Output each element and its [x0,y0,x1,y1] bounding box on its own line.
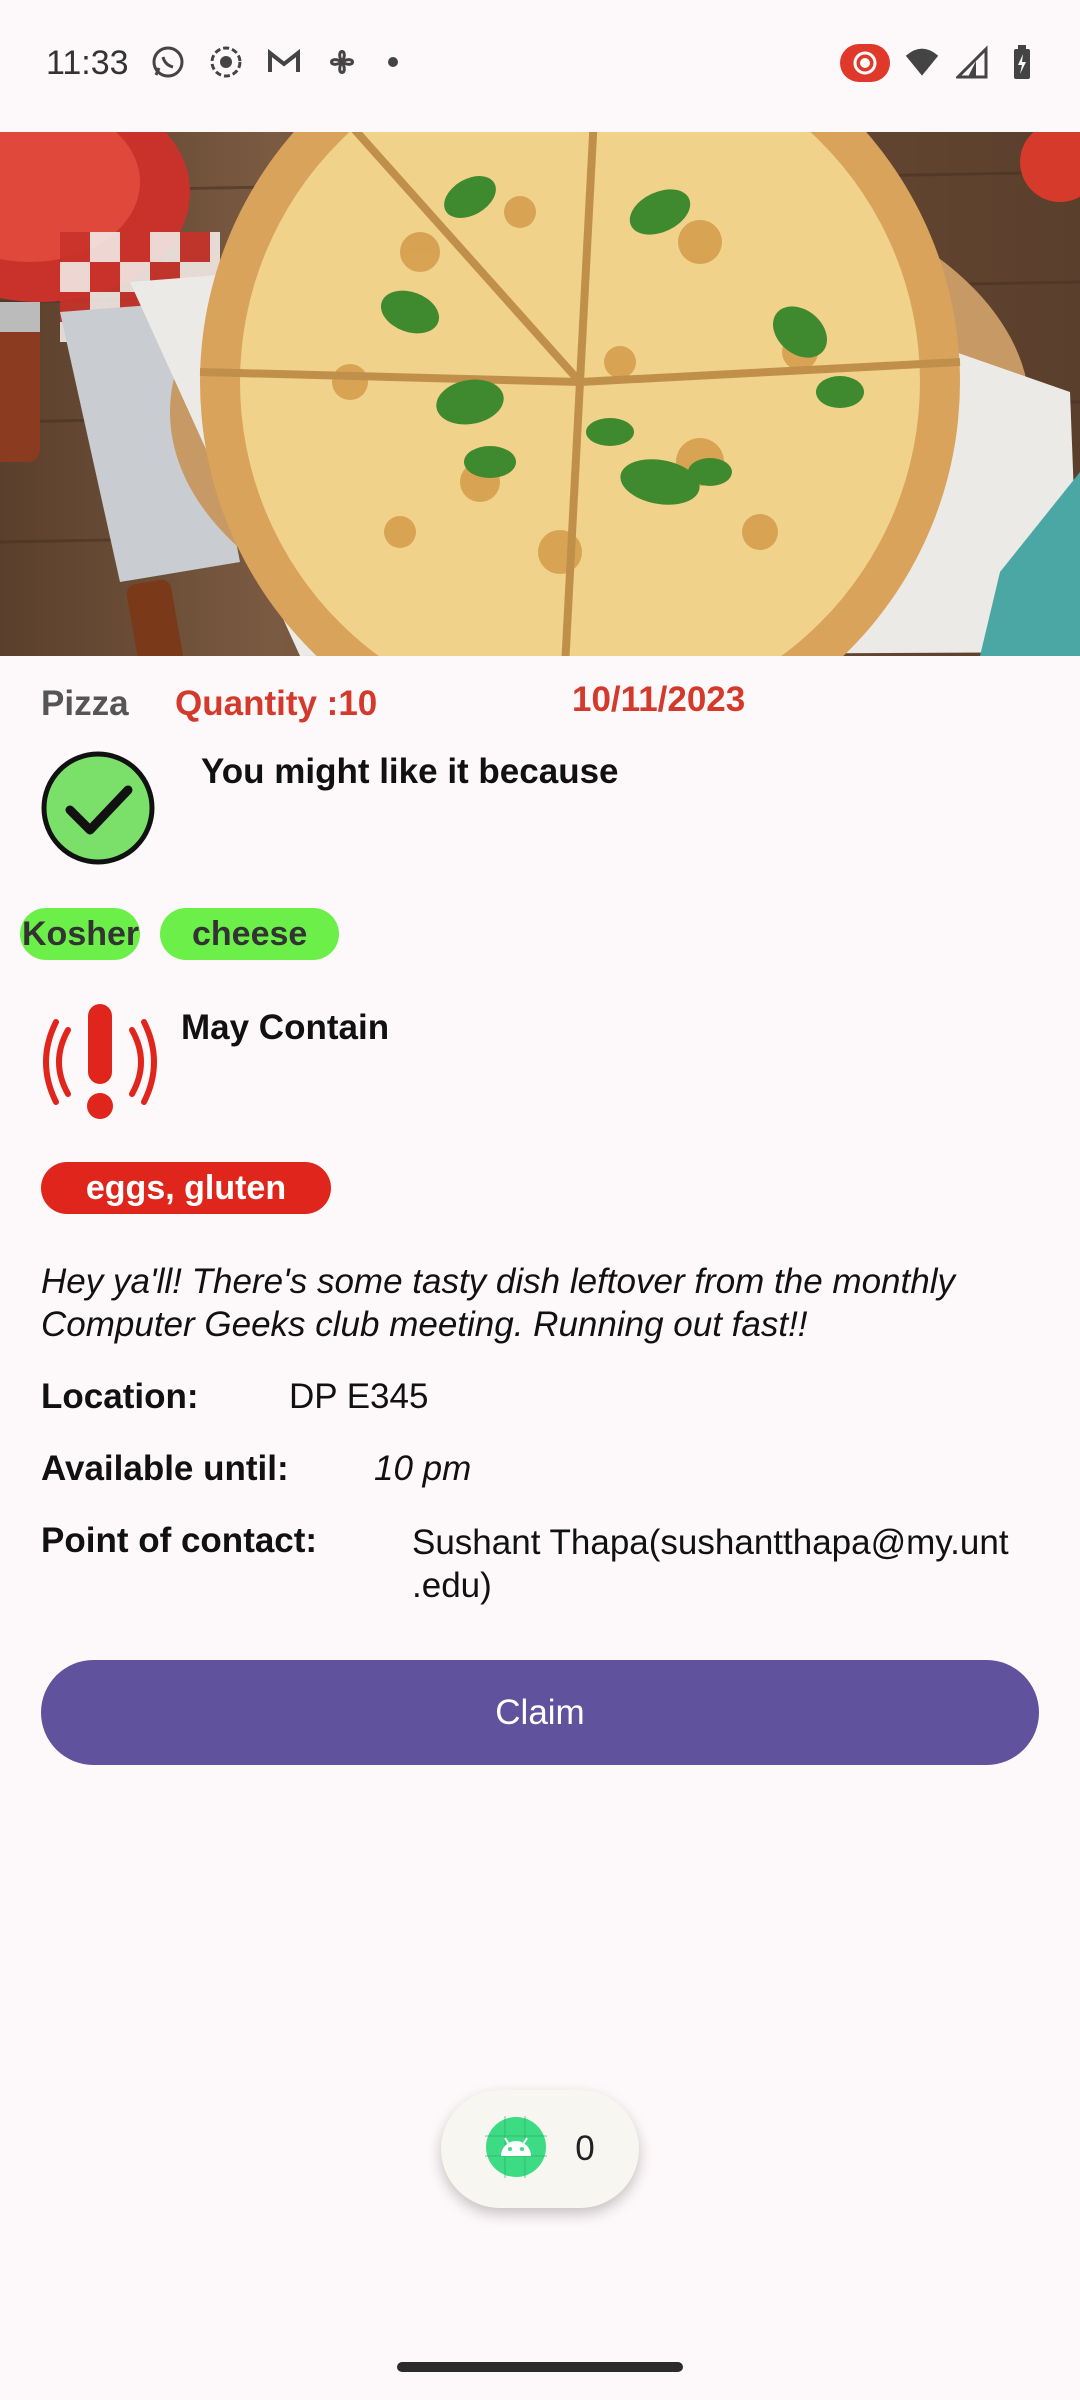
allergen-chip: eggs, gluten [41,1162,331,1214]
system-icons [840,44,1040,82]
claim-button[interactable]: Claim [41,1660,1039,1765]
home-indicator[interactable] [397,2362,683,2372]
floating-counter-button[interactable]: 0 [441,2090,639,2208]
may-contain-label: May Contain [181,1008,390,1047]
food-date: 10/11/2023 [572,680,746,719]
point-of-contact-label: Point of contact: [41,1521,318,1560]
available-until-label: Available until: [41,1449,289,1488]
food-quantity: Quantity :10 [175,684,378,723]
contact-line-1: Sushant Thapa(sushantthapa@my.unt [412,1523,1009,1562]
screen-record-icon [208,44,244,80]
food-image [0,132,1080,656]
fan-icon [324,44,360,80]
tag-chip: Kosher [20,908,140,960]
check-circle-icon [40,750,156,866]
android-icon [485,2115,548,2183]
available-until-value: 10 pm [374,1449,472,1488]
recommendation-tags: Kosher cheese [20,908,340,960]
recommendation-label: You might like it because [201,752,619,791]
signal-icon [954,45,990,81]
recording-indicator-icon [840,44,890,82]
battery-charging-icon [1004,45,1040,81]
more-notifications-icon [388,57,398,67]
location-label: Location: [41,1377,199,1416]
point-of-contact-value: Sushant Thapa(sushantthapa@my.unt .edu) [412,1521,1009,1607]
status-time: 11:33 [46,44,129,82]
gmail-icon [266,44,302,80]
wifi-icon [904,45,940,81]
food-meta-row: Pizza Quantity :10 10/11/2023 [0,672,1080,732]
status-bar: 11:33 [0,0,1080,132]
whatsapp-icon [150,44,186,80]
counter-value: 0 [575,2129,595,2168]
location-value: DP E345 [289,1377,429,1416]
food-description: Hey ya'll! There's some tasty dish lefto… [41,1262,955,1344]
notification-icons [150,44,398,80]
tag-chip: cheese [160,908,340,960]
food-name: Pizza [41,684,129,723]
contact-line-2: .edu) [412,1566,492,1605]
alert-icon [38,1000,162,1124]
